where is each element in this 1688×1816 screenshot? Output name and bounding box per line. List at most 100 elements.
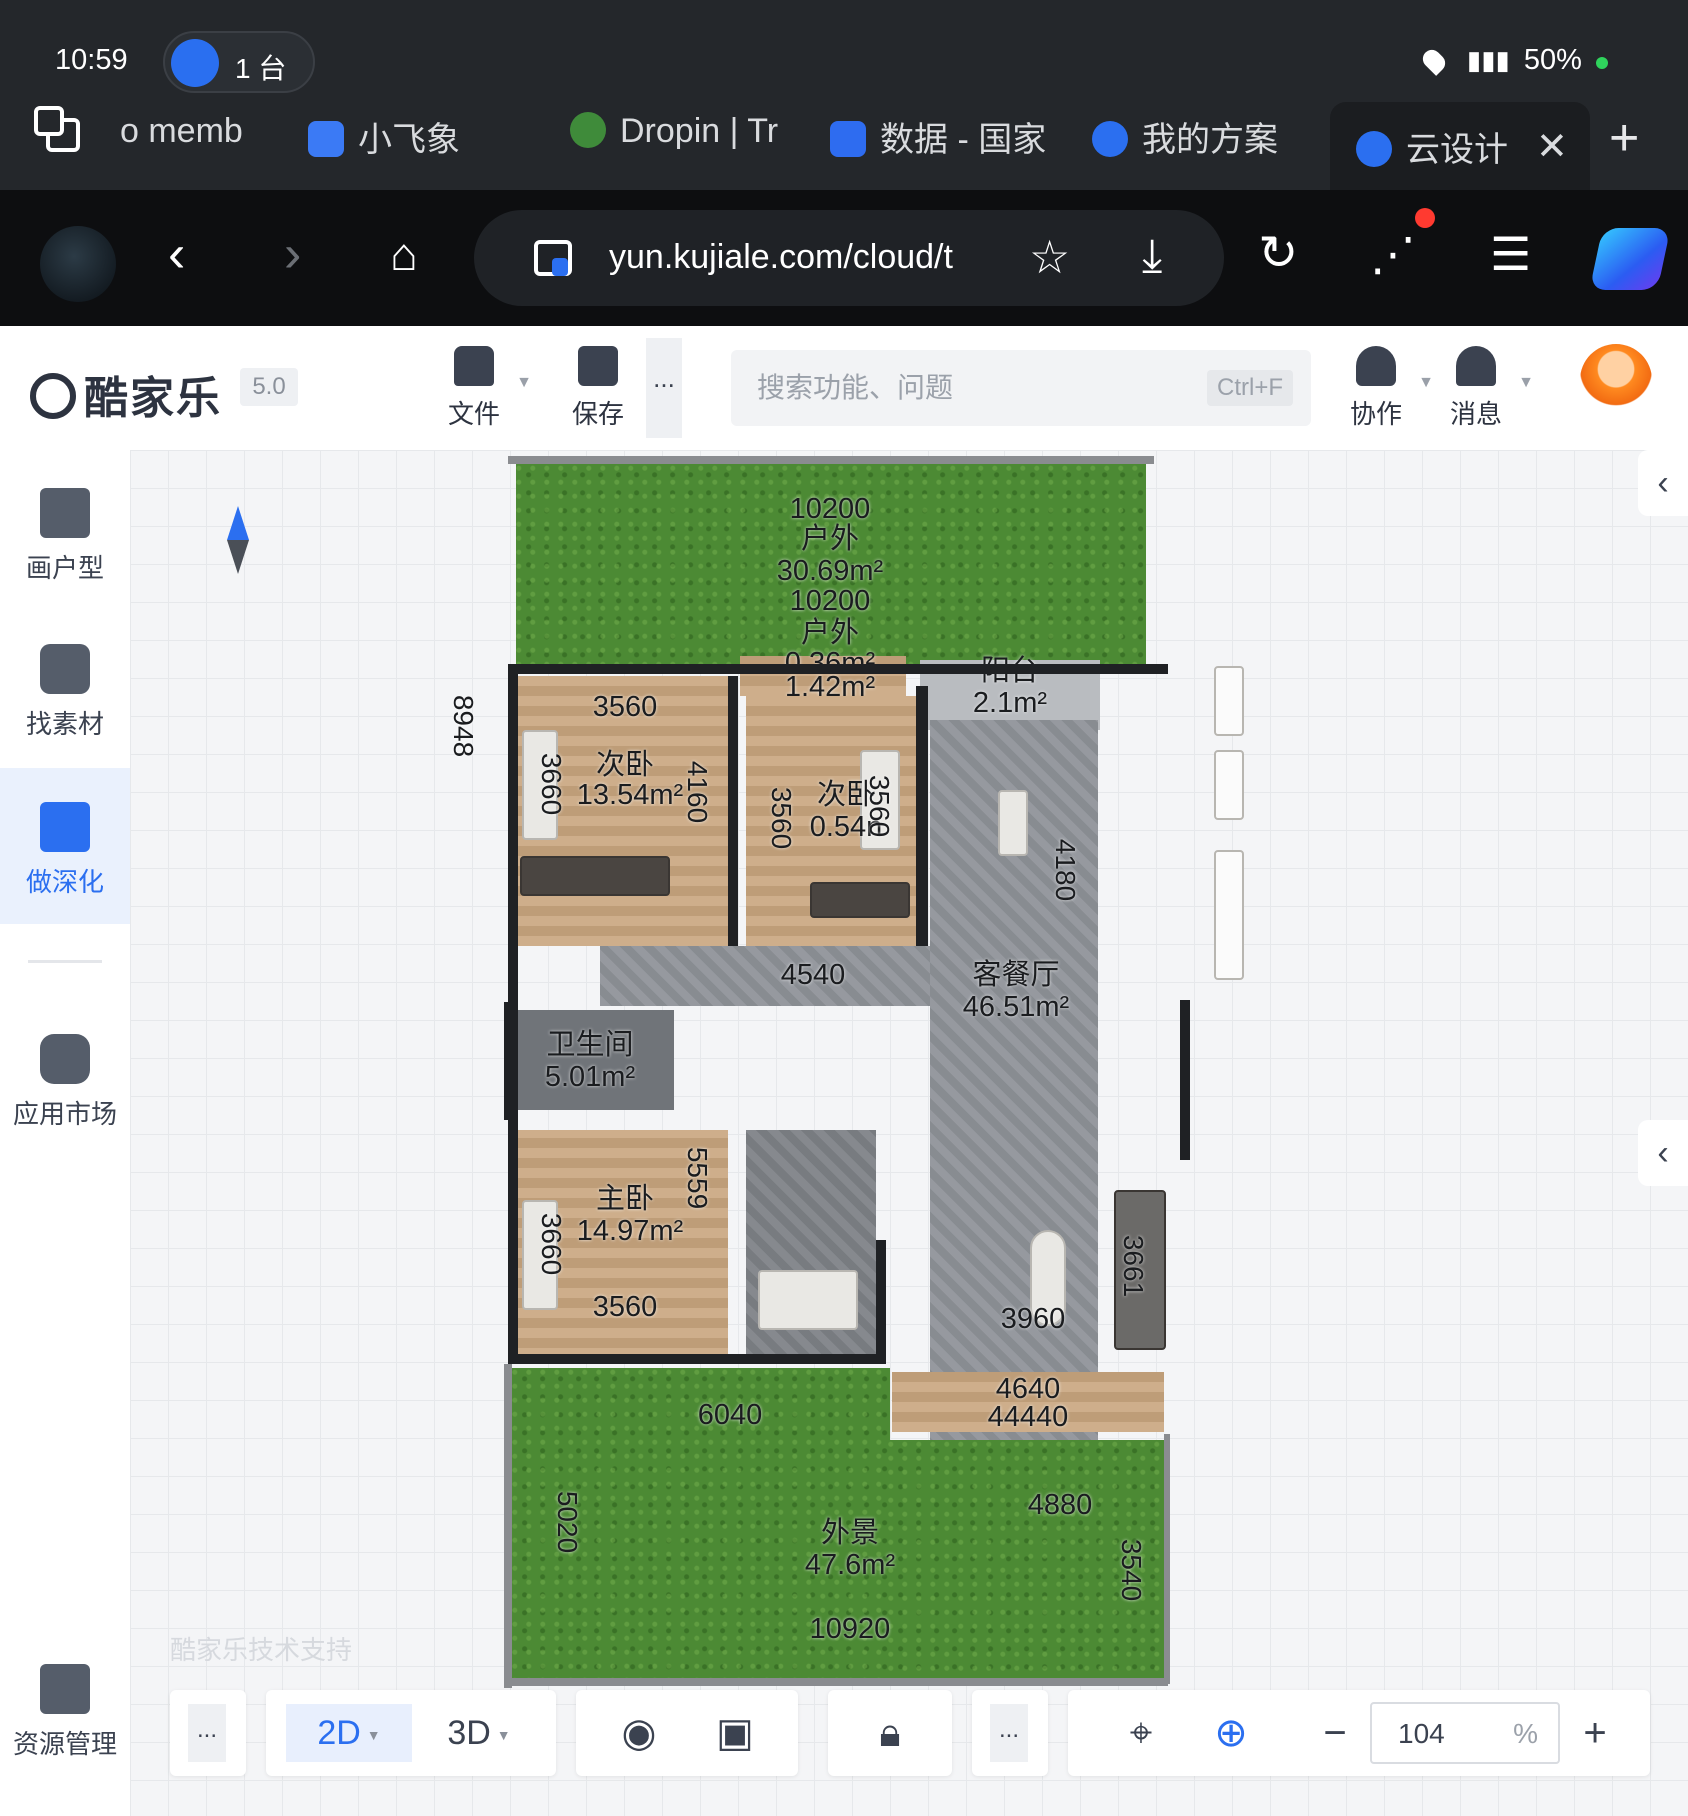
puzzle-icon [40,1034,90,1084]
reload-icon[interactable]: ↻ [1258,224,1298,284]
wall [508,664,1168,674]
dimension: 3560 [592,691,658,723]
wall [876,1240,886,1364]
more-options-button[interactable]: ... [188,1704,226,1762]
zoom-input[interactable] [1398,1714,1488,1754]
sink-fixture[interactable] [1214,666,1244,736]
view-mode-group: 2D ▼ 3D ▼ [266,1690,556,1776]
battery-percent: 50% [1523,44,1582,76]
dining-table[interactable] [998,790,1028,856]
more-tools-button[interactable]: ... [646,338,682,438]
floorplan-icon [40,488,90,538]
design-canvas[interactable]: ‹ ‹ 酷家乐技术支持 8948 10200 户外 30.69m² 10200 … [130,450,1688,1816]
room-area: 5.01m² [544,1061,636,1093]
tab-label: 我的方案 [1142,121,1278,159]
hotspot-count: 1 台 [235,53,287,84]
room-name: 外景 [820,1517,879,1549]
dimension: 5020 [552,1490,584,1554]
room-name: 次卧 [595,749,654,781]
zoom-out-icon[interactable]: − [1312,1710,1358,1756]
collapse-right-panel-icon[interactable]: ‹ [1638,450,1688,516]
save-button[interactable]: 保存 [558,346,638,431]
room-area: 14.97m² [576,1215,684,1247]
user-avatar[interactable] [1580,344,1652,416]
room-name: 主卧 [595,1183,654,1215]
bookmark-star-icon[interactable]: ☆ [1029,230,1070,284]
wardrobe[interactable] [520,856,670,896]
copilot-icon[interactable] [1589,228,1671,290]
sidebar-item-deepen[interactable]: 做深化 [0,768,130,924]
tab-switcher-icon[interactable] [34,106,82,154]
chevron-down-icon: ▼ [516,374,532,391]
profile-avatar[interactable] [40,226,116,302]
version-badge: 5.0 [240,368,298,406]
wall [508,664,518,1364]
tab-4[interactable]: 我的方案 [1092,112,1312,172]
sidebar-item-resource-manager[interactable]: 资源管理 [0,1664,130,1784]
north-compass-icon [227,506,249,574]
room-area: 30.69m² [776,555,884,587]
site-info-lock-icon[interactable] [534,240,572,276]
dimension-left: 8948 [448,694,480,758]
wall [504,1678,1168,1686]
collapse-right-panel-icon[interactable]: ‹ [1638,1120,1688,1186]
messages-label: 消息 [1449,399,1502,429]
bed[interactable] [758,1270,858,1330]
messages-button[interactable]: 消息 ▼ [1436,346,1534,431]
tab-0[interactable]: o memb [120,112,260,172]
search-input[interactable] [757,364,1157,412]
lock-icon[interactable]: 🔒︎ [867,1710,913,1756]
save-disk-icon [578,346,618,386]
zoom-to-selection-icon[interactable]: ⊕ [1208,1710,1254,1756]
status-time: 10:59 [55,44,128,76]
tab-2[interactable]: Dropin | Tr [570,112,785,172]
brand-logo[interactable]: 酷家乐 [30,362,222,426]
tab-1[interactable]: 小飞象 [308,112,488,172]
room-area: 46.51m² [962,991,1070,1023]
zoom-in-icon[interactable]: + [1572,1710,1618,1756]
chevron-down-icon: ▼ [366,1727,381,1744]
room-name: 户外 [800,523,859,555]
hotspot-indicator[interactable]: 1 台 [163,31,315,93]
kujiale-favicon-icon [1092,121,1128,157]
share-icon[interactable]: ⋰ [1370,224,1416,284]
counter-fixture[interactable] [1214,750,1244,820]
tab-label: o memb [120,112,243,150]
url-text[interactable]: yun.kujiale.com/cloud/t [609,238,989,277]
mode-2d-label: 2D [317,1714,361,1752]
mode-3d-button[interactable]: 3D ▼ [416,1704,542,1762]
forward-arrow-icon[interactable]: › [284,224,301,284]
chevron-down-icon: ▼ [1418,374,1434,391]
url-bar[interactable]: yun.kujiale.com/cloud/t ☆ ⤓ [474,210,1224,306]
close-tab-icon[interactable]: ✕ [1536,124,1568,169]
search-box[interactable]: Ctrl+F [731,350,1311,426]
resource-manager-icon [40,1664,90,1714]
sidebar-item-draw-floorplan[interactable]: 画户型 [0,488,130,608]
mode-2d-button[interactable]: 2D ▼ [286,1704,412,1762]
stove-fixture[interactable] [1214,850,1244,980]
signal-5g-icon: ▮▮▮ [1466,45,1510,75]
download-icon[interactable]: ⤓ [1142,228,1162,284]
fit-view-icon[interactable]: ⌖ [1118,1710,1164,1756]
wall [728,676,738,946]
sidebar-item-find-material[interactable]: 找素材 [0,644,130,764]
more-options-button[interactable]: ... [990,1704,1028,1762]
new-tab-icon[interactable]: + [1609,108,1639,168]
menu-hamburger-icon[interactable]: ☰ [1490,224,1531,284]
tab-3[interactable]: 数据 - 国家 [830,112,1045,172]
wall [508,456,1154,464]
wardrobe[interactable] [810,882,910,918]
cube-icon[interactable]: ▣ [712,1710,758,1756]
zoom-level-field[interactable]: % [1370,1702,1560,1764]
eye-icon[interactable]: ◉ [616,1710,662,1756]
home-icon[interactable]: ⌂ [390,224,418,284]
brand-name: 酷家乐 [84,374,222,423]
sidebar-item-app-market[interactable]: 应用市场 [0,1034,130,1154]
floor-plan[interactable]: 10200 户外 30.69m² 10200 户外 0.36m² 1.42m² … [500,450,1298,1690]
file-menu-button[interactable]: 文件 ▼ [434,346,532,431]
collaborate-button[interactable]: 协作 ▼ [1336,346,1434,431]
tab-label: 云设计 [1406,131,1508,169]
room-dim: 10200 [789,585,871,617]
xiaofeixiang-favicon-icon [308,121,344,157]
back-arrow-icon[interactable]: ‹ [168,224,185,284]
